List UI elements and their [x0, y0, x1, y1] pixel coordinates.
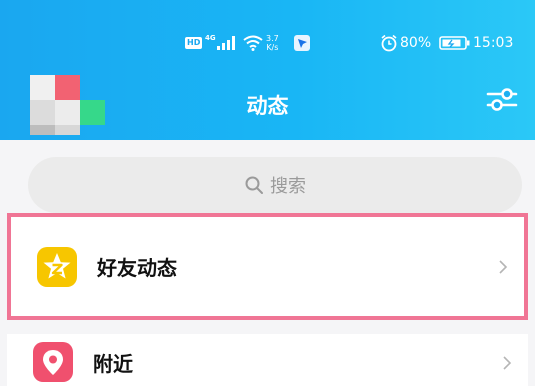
list-item-nearby[interactable]: 附近	[7, 334, 528, 386]
battery-percent: 80%	[400, 35, 432, 51]
search-icon	[245, 176, 263, 194]
qzone-star-icon	[37, 246, 77, 287]
header-bar: HD 4G 3.7 K/s 80% 15:03 动态	[0, 0, 535, 140]
location-arrow-icon	[294, 30, 310, 56]
search-input[interactable]: 搜索	[28, 157, 522, 213]
page-title: 动态	[246, 94, 289, 118]
list-item-label: 附近	[93, 352, 133, 376]
chevron-right-icon	[499, 259, 508, 274]
search-placeholder: 搜索	[270, 176, 306, 197]
status-bar: HD 4G 3.7 K/s 80% 15:03	[180, 30, 535, 56]
list-item-label: 好友动态	[97, 256, 177, 280]
chevron-right-icon	[503, 356, 512, 370]
battery-icon	[439, 30, 471, 56]
signal-icon: 4G	[205, 30, 235, 56]
network-speed: 3.7 K/s	[266, 34, 279, 52]
clock-time: 15:03	[473, 35, 514, 51]
location-pin-icon	[33, 342, 73, 382]
hd-badge: HD	[185, 37, 203, 49]
filter-settings-icon[interactable]	[485, 84, 519, 114]
list-item-friend-feed[interactable]: 好友动态	[7, 213, 528, 320]
wifi-icon	[243, 30, 263, 56]
alarm-icon	[380, 30, 398, 56]
